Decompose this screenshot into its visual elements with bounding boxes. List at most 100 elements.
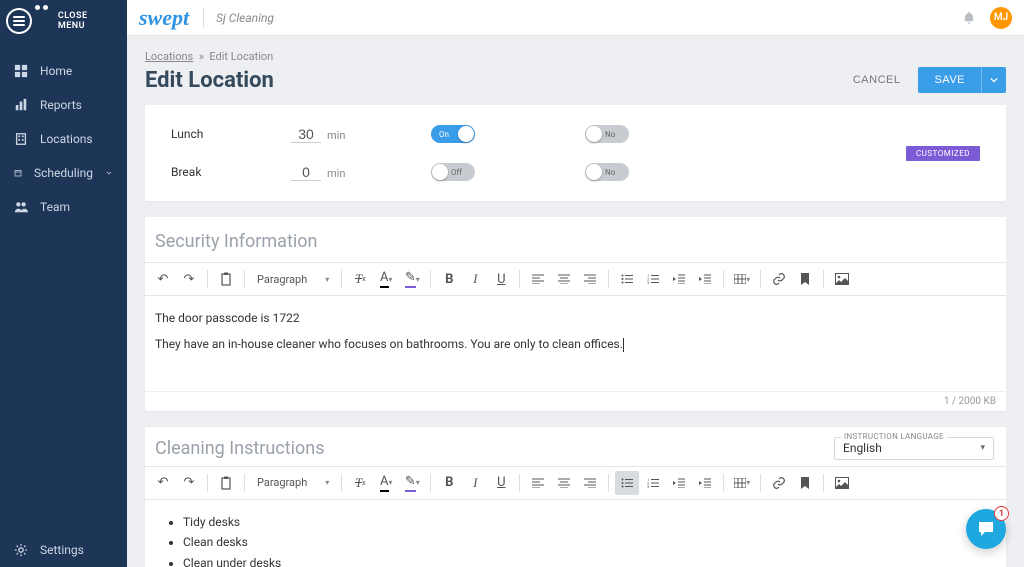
sidebar-item-home[interactable]: Home [0, 54, 127, 88]
link-button[interactable] [767, 267, 791, 291]
minutes-unit: min [327, 129, 345, 142]
table-button[interactable]: ▾ [730, 267, 754, 291]
security-section-title: Security Information [145, 217, 1006, 262]
table-button[interactable]: ▾ [730, 471, 754, 495]
sidebar-menu-toggle[interactable]: CLOSE MENU [0, 0, 127, 44]
link-button[interactable] [767, 471, 791, 495]
hamburger-icon [6, 8, 32, 34]
undo-button[interactable]: ↶ [151, 267, 175, 291]
highlight-button[interactable]: ✎ ▾ [400, 471, 424, 495]
building-icon [14, 132, 28, 146]
breadcrumb-current: Edit Location [209, 50, 273, 63]
text-cursor [623, 338, 624, 352]
paste-button[interactable] [214, 267, 238, 291]
underline-button[interactable]: U [489, 267, 513, 291]
instruction-language-select[interactable]: INSTRUCTION LANGUAGE English ▾ [834, 437, 994, 460]
customized-badge: CUSTOMIZED [906, 146, 980, 161]
align-right-button[interactable] [578, 267, 602, 291]
lunch-label: Lunch [171, 127, 291, 141]
underline-button[interactable]: U [489, 471, 513, 495]
clear-format-button[interactable]: Tx [348, 267, 372, 291]
indent-button[interactable] [693, 267, 717, 291]
save-button[interactable]: SAVE [918, 67, 981, 93]
top-header: swept Sj Cleaning MJ [127, 0, 1024, 36]
svg-text:3: 3 [647, 280, 649, 284]
sidebar-item-label: Locations [40, 132, 93, 146]
instruction-item: Clean desks [183, 532, 996, 552]
minutes-unit: min [327, 167, 345, 180]
bookmark-button[interactable] [793, 471, 817, 495]
font-color-button[interactable]: A ▾ [374, 267, 398, 291]
sidebar-item-label: Team [40, 200, 70, 214]
number-list-button[interactable]: 123 [641, 471, 665, 495]
sidebar-item-label: Settings [40, 543, 84, 557]
number-list-button[interactable]: 123 [641, 267, 665, 291]
security-editor-footer: 1 / 2000 KB [145, 391, 1006, 411]
image-button[interactable] [830, 267, 854, 291]
close-menu-label: CLOSE MENU [58, 11, 117, 31]
highlight-button[interactable]: ✎ ▾ [400, 267, 424, 291]
gear-icon [14, 543, 28, 557]
dashboard-icon [14, 64, 28, 78]
break-toggle-off[interactable]: Off [431, 163, 475, 181]
align-right-button[interactable] [578, 471, 602, 495]
sidebar-item-team[interactable]: Team [0, 190, 127, 224]
instruction-item: Tidy desks [183, 512, 996, 532]
team-icon [14, 200, 28, 214]
logo[interactable]: swept [139, 5, 189, 31]
lunch-toggle-no[interactable]: No [585, 125, 629, 143]
align-center-button[interactable] [552, 267, 576, 291]
break-label: Break [171, 165, 291, 179]
lunch-toggle-on[interactable]: On [431, 125, 475, 143]
redo-button[interactable]: ↷ [177, 471, 201, 495]
font-color-button[interactable]: A ▾ [374, 471, 398, 495]
sidebar-nav: Home Reports Locations Scheduling Team [0, 54, 127, 224]
align-left-button[interactable] [526, 471, 550, 495]
instructions-section-title: Cleaning Instructions [155, 438, 324, 459]
align-left-button[interactable] [526, 267, 550, 291]
instructions-editor[interactable]: Tidy desksClean desksClean under desksEm… [145, 500, 1006, 567]
break-toggle-no[interactable]: No [585, 163, 629, 181]
sidebar-item-settings[interactable]: Settings [0, 533, 127, 567]
paragraph-format-select[interactable]: Paragraph▾ [251, 273, 335, 286]
chat-bubble[interactable]: 1 [966, 509, 1006, 549]
bold-button[interactable]: B [437, 471, 461, 495]
break-minutes-input[interactable] [291, 164, 321, 181]
avatar[interactable]: MJ [990, 7, 1012, 29]
security-info-card: Security Information ↶ ↷ Paragraph▾ Tx A… [145, 217, 1006, 411]
save-dropdown-button[interactable] [981, 67, 1006, 93]
divider [203, 8, 204, 28]
bullet-list-button[interactable] [615, 471, 639, 495]
sidebar-item-label: Scheduling [34, 166, 93, 180]
bookmark-button[interactable] [793, 267, 817, 291]
paste-button[interactable] [214, 471, 238, 495]
align-center-button[interactable] [552, 471, 576, 495]
cancel-button[interactable]: CANCEL [845, 68, 909, 92]
indent-button[interactable] [693, 471, 717, 495]
breadcrumb-parent[interactable]: Locations [145, 50, 193, 63]
sidebar-item-reports[interactable]: Reports [0, 88, 127, 122]
paragraph-format-select[interactable]: Paragraph▾ [251, 476, 335, 489]
image-button[interactable] [830, 471, 854, 495]
chevron-down-icon [105, 166, 113, 180]
bell-icon[interactable] [962, 11, 976, 25]
lunch-minutes-input[interactable] [291, 126, 321, 143]
sidebar-item-locations[interactable]: Locations [0, 122, 127, 156]
outdent-button[interactable] [667, 267, 691, 291]
bullet-list-button[interactable] [615, 267, 639, 291]
redo-button[interactable]: ↷ [177, 267, 201, 291]
status-dots [35, 5, 48, 10]
security-editor[interactable]: The door passcode is 1722 They have an i… [145, 296, 1006, 391]
company-name: Sj Cleaning [216, 11, 274, 25]
undo-button[interactable]: ↶ [151, 471, 175, 495]
chat-icon [976, 519, 996, 539]
sidebar-item-label: Reports [40, 98, 82, 112]
clear-format-button[interactable]: Tx [348, 471, 372, 495]
chat-badge: 1 [994, 506, 1009, 521]
bold-button[interactable]: B [437, 267, 461, 291]
sidebar-item-scheduling[interactable]: Scheduling [0, 156, 127, 190]
italic-button[interactable]: I [463, 471, 487, 495]
outdent-button[interactable] [667, 471, 691, 495]
sidebar: CLOSE MENU Home Reports Locations Schedu… [0, 0, 127, 567]
italic-button[interactable]: I [463, 267, 487, 291]
